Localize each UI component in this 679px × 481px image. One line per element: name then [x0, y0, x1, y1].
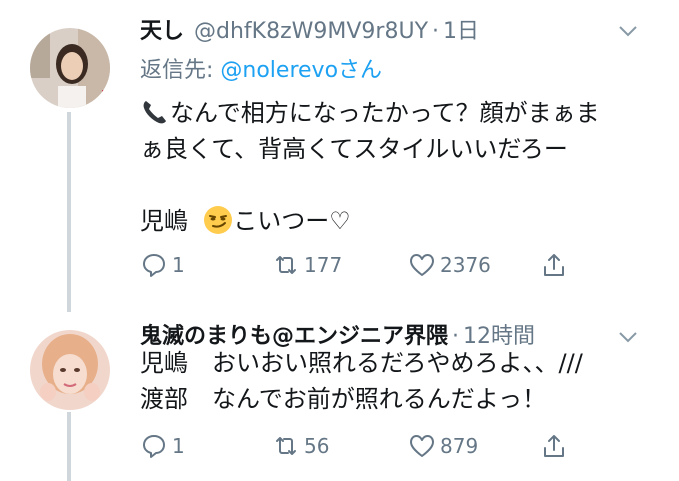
replying-to-label: 返信先: — [140, 58, 221, 83]
tweet-2[interactable]: 鬼滅のまりも@エンジニア界隈 · 12時間 児嶋 おいおい照れるだろやめろよ、、… — [0, 310, 679, 481]
retweet-button[interactable]: 177 — [272, 247, 342, 283]
tweet-text: なんで相方になったかって？顔がまぁま ぁ良くて、背高くてスタイルいいだろー 児嶋… — [140, 95, 649, 239]
like-button[interactable]: 2376 — [408, 247, 491, 283]
retweet-count: 56 — [304, 434, 330, 458]
share-button[interactable] — [540, 247, 572, 283]
retweet-icon — [276, 437, 296, 455]
tweet-text-line-3: 児嶋 こいつー♡ — [140, 206, 351, 235]
avatar-photo-icon — [30, 330, 110, 410]
retweet-count: 177 — [304, 253, 343, 277]
reply-count: 1 — [172, 253, 185, 277]
heart-icon — [410, 435, 434, 457]
reply-button[interactable]: 1 — [140, 247, 185, 283]
retweet-icon — [276, 256, 296, 274]
tweet-actions: 1 56 879 — [140, 428, 600, 464]
reply-count: 1 — [172, 434, 185, 458]
tweet-actions: 1 177 2376 — [140, 247, 600, 283]
like-count: 2376 — [440, 253, 491, 277]
share-button[interactable] — [540, 428, 572, 464]
chevron-down-icon[interactable] — [617, 20, 639, 42]
reply-bubble-icon — [143, 435, 165, 458]
heart-icon — [410, 254, 434, 276]
retweet-button[interactable]: 56 — [272, 428, 329, 464]
reply-button[interactable]: 1 — [140, 428, 185, 464]
replying-to: 返信先: @nolerevoさん — [140, 52, 382, 84]
like-count: 879 — [440, 434, 479, 458]
mention-link[interactable]: @nolerevo — [220, 58, 338, 83]
thread-connector — [67, 412, 71, 481]
mention-suffix[interactable]: さん — [338, 58, 382, 83]
share-upload-icon — [544, 254, 564, 276]
tweet-text-line-2: 渡部 なんでお前が照れるんだよっ！ — [140, 385, 547, 413]
tweet-text: 児嶋 おいおい照れるだろやめろよ、、/// 渡部 なんでお前が照れるんだよっ！ — [140, 345, 649, 417]
tweet-text-line-2: ぁ良くて、背高くてスタイルいいだろー — [140, 135, 568, 163]
display-name[interactable]: 天し — [140, 13, 184, 45]
telephone-receiver-icon — [143, 101, 166, 124]
tweet-header: 天し @dhfK8zW9MV9r8UY · 1日 — [140, 13, 659, 45]
separator-dot: · — [432, 19, 440, 44]
avatar[interactable] — [30, 28, 110, 108]
like-button[interactable]: 879 — [408, 428, 478, 464]
tweet-text-line-1: 児嶋 おいおい照れるだろやめろよ、、/// — [140, 349, 583, 377]
user-handle[interactable]: @dhfK8zW9MV9r8UY — [194, 19, 428, 44]
avatar-photo-icon — [30, 28, 110, 108]
share-upload-icon — [544, 435, 564, 457]
tweet-text-line-1: なんで相方になったかって？顔がまぁま — [140, 95, 649, 131]
tweet-1[interactable]: 天し @dhfK8zW9MV9r8UY · 1日 返信先: @nolerevoさ… — [0, 0, 679, 310]
avatar[interactable] — [30, 330, 110, 410]
timestamp[interactable]: 1日 — [443, 13, 479, 45]
thread-connector — [67, 112, 71, 312]
reply-bubble-icon — [143, 254, 165, 277]
smirking-face-emoji-icon — [204, 206, 233, 234]
